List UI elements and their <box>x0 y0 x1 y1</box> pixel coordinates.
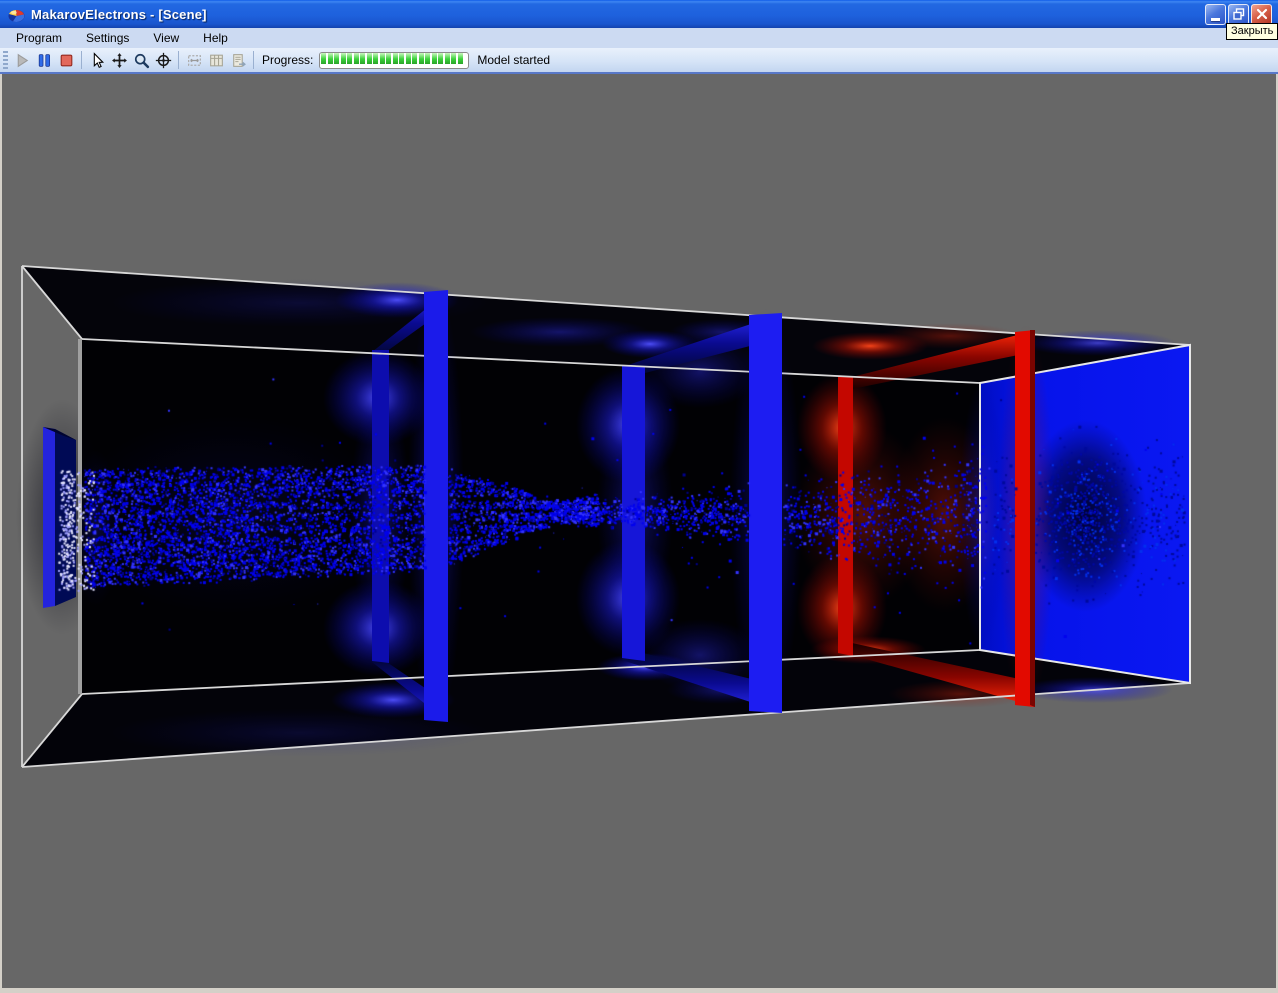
toolbar-separator <box>81 51 82 69</box>
progress-segment <box>373 53 378 64</box>
progress-bar <box>319 52 469 69</box>
close-icon <box>1256 8 1268 20</box>
progress-segment <box>347 53 352 64</box>
toolbar-separator <box>178 51 179 69</box>
title-bar[interactable]: MakarovElectrons - [Scene] <box>0 0 1278 28</box>
orbit-icon <box>155 52 172 69</box>
window-controls <box>1205 4 1272 25</box>
rotate-tool-button[interactable] <box>152 49 174 71</box>
minimize-button[interactable] <box>1205 4 1226 25</box>
progress-segment <box>321 53 326 64</box>
progress-fill <box>321 53 464 67</box>
move-icon <box>111 52 128 69</box>
window-border-bottom <box>0 988 1278 993</box>
progress-segment <box>386 53 391 64</box>
play-button[interactable] <box>11 49 33 71</box>
progress-segment <box>360 53 365 64</box>
close-button[interactable] <box>1251 4 1272 25</box>
progress-segment <box>354 53 359 64</box>
menu-item-program[interactable]: Program <box>4 29 74 47</box>
fit-icon <box>186 52 203 69</box>
export-icon <box>230 52 247 69</box>
play-icon <box>14 52 31 69</box>
cursor-icon <box>89 52 106 69</box>
menu-item-settings[interactable]: Settings <box>74 29 141 47</box>
zoom-tool-button[interactable] <box>130 49 152 71</box>
pause-icon <box>36 52 53 69</box>
scene-viewport[interactable] <box>2 74 1276 988</box>
menu-bar: Program Settings View Help <box>0 28 1278 48</box>
progress-segment <box>445 53 450 64</box>
progress-segment <box>438 53 443 64</box>
restore-button[interactable] <box>1228 4 1249 25</box>
fit-view-button[interactable] <box>183 49 205 71</box>
pause-button[interactable] <box>33 49 55 71</box>
progress-segment <box>367 53 372 64</box>
progress-segment <box>393 53 398 64</box>
pan-tool-button[interactable] <box>108 49 130 71</box>
app-icon <box>7 5 26 24</box>
window-title: MakarovElectrons - [Scene] <box>31 7 1205 22</box>
progress-segment <box>406 53 411 64</box>
progress-segment <box>432 53 437 64</box>
minimize-icon <box>1211 18 1220 21</box>
progress-segment <box>334 53 339 64</box>
menu-item-view[interactable]: View <box>141 29 191 47</box>
progress-segment <box>399 53 404 64</box>
app-window: MakarovElectrons - [Scene] Закрыть Progr… <box>0 0 1278 993</box>
toolbar-separator <box>253 51 254 69</box>
select-tool-button[interactable] <box>86 49 108 71</box>
window-border-left <box>0 74 2 988</box>
table-icon <box>208 52 225 69</box>
magnifier-icon <box>133 52 150 69</box>
stop-button[interactable] <box>55 49 77 71</box>
stop-icon <box>58 52 75 69</box>
particle-layer <box>2 74 1276 988</box>
progress-segment <box>419 53 424 64</box>
progress-segment <box>380 53 385 64</box>
grid-button[interactable] <box>205 49 227 71</box>
menu-item-help[interactable]: Help <box>191 29 240 47</box>
export-button[interactable] <box>227 49 249 71</box>
close-tooltip: Закрыть <box>1226 23 1278 40</box>
progress-segment <box>425 53 430 64</box>
progress-label: Progress: <box>262 53 313 67</box>
progress-segment <box>341 53 346 64</box>
restore-icon <box>1233 8 1245 20</box>
progress-segment <box>412 53 417 64</box>
status-text: Model started <box>477 53 550 67</box>
progress-segment <box>328 53 333 64</box>
toolbar-grip[interactable] <box>3 51 8 69</box>
progress-segment <box>451 53 456 64</box>
toolbar: Progress: Model started <box>0 48 1278 74</box>
progress-segment <box>458 53 463 64</box>
